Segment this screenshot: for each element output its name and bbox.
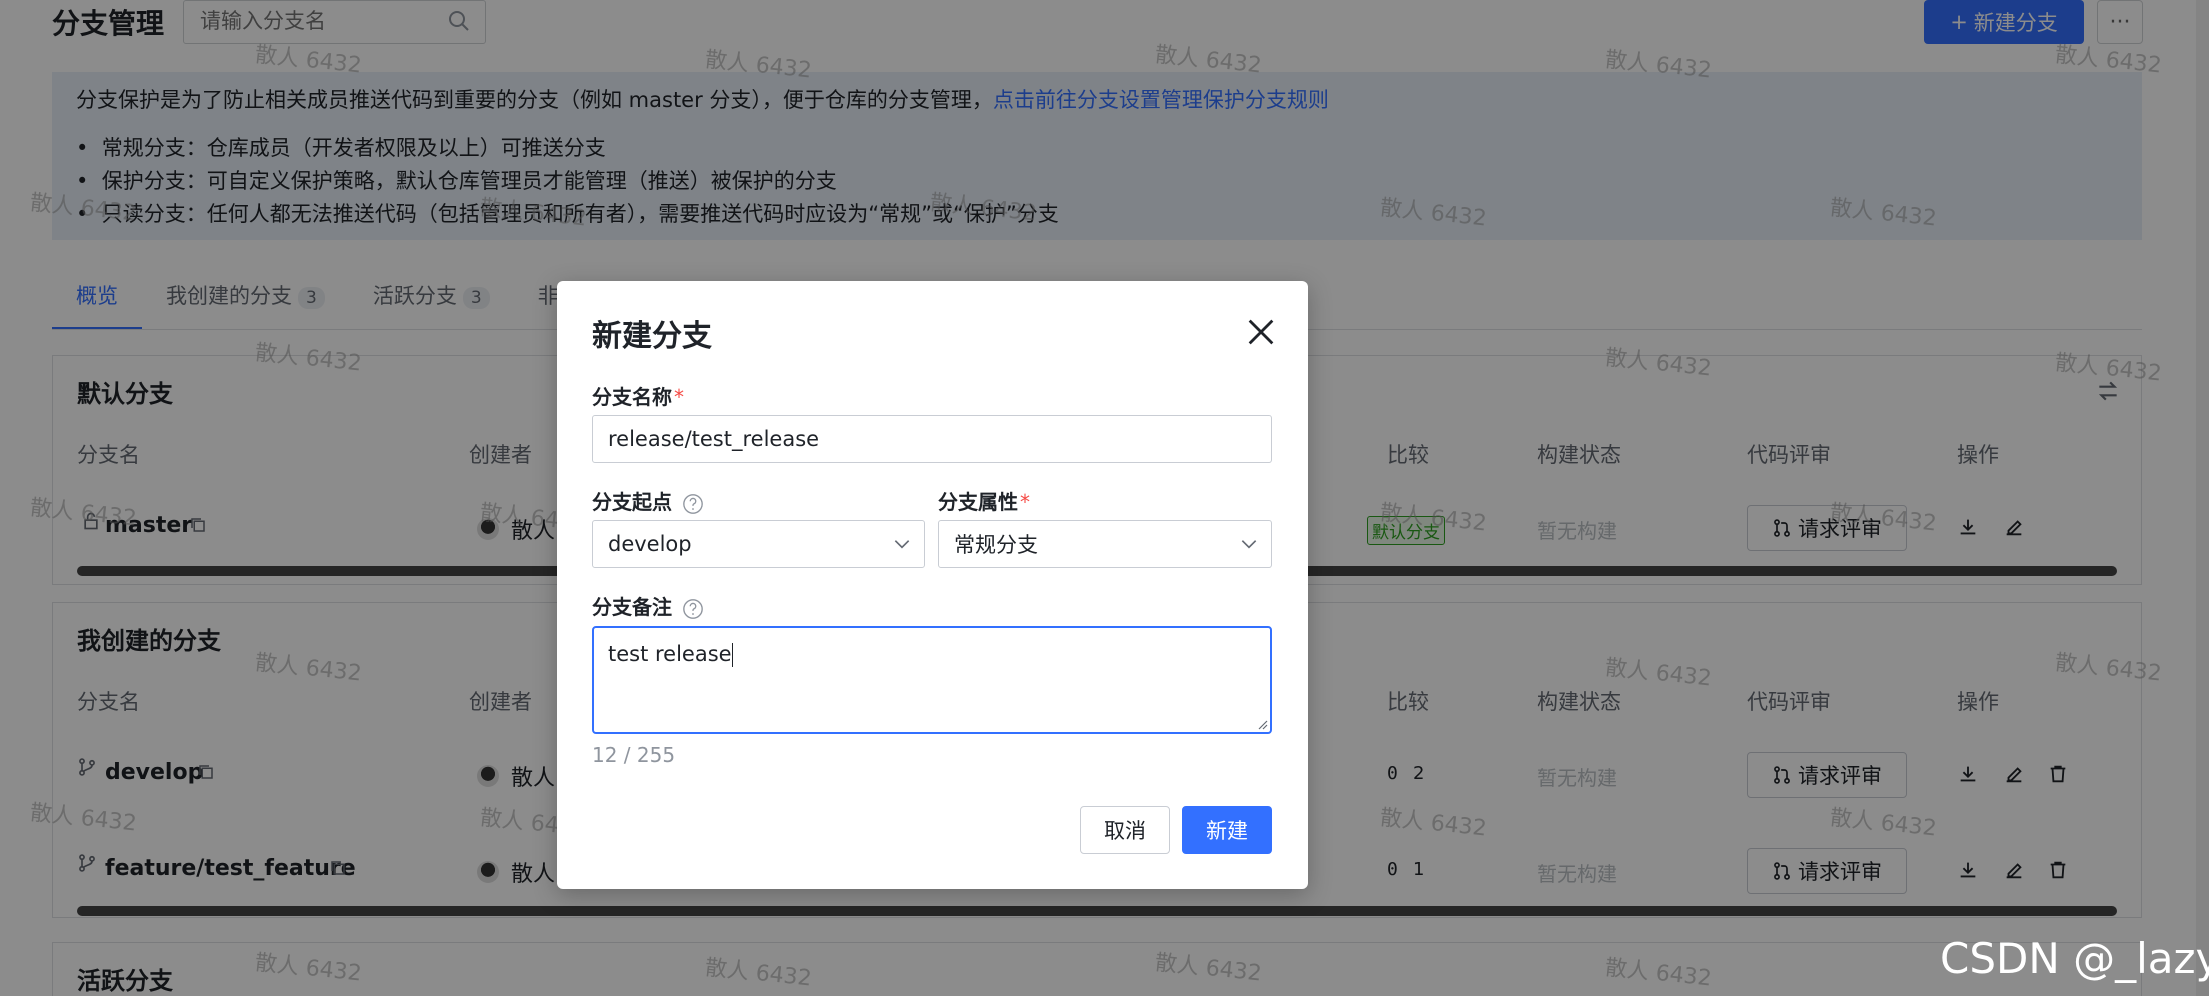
required-mark: *	[1020, 490, 1030, 514]
label-text: 分支起点	[592, 490, 672, 514]
label-text: 分支备注	[592, 595, 672, 619]
page: 分支管理 + 新建分支 ··· 分支保护是为了防止相关成员推送代码到重要的分支（…	[0, 0, 2209, 996]
chevron-down-icon	[1241, 540, 1257, 549]
close-icon[interactable]	[1244, 315, 1278, 349]
branch-type-select[interactable]: 常规分支	[938, 520, 1272, 568]
text-caret	[731, 643, 733, 667]
new-branch-dialog: 新建分支 分支名称 * release/test_release 分支起点 dev…	[557, 281, 1308, 889]
resize-grip-icon[interactable]	[1256, 718, 1268, 730]
branch-source-label: 分支起点	[592, 486, 704, 515]
dialog-title: 新建分支	[592, 319, 712, 354]
select-value: 常规分支	[954, 533, 1038, 557]
branch-name-input[interactable]: release/test_release	[592, 415, 1272, 463]
char-count: 12 / 255	[592, 743, 676, 767]
branch-name-label: 分支名称 *	[592, 381, 684, 410]
select-value: develop	[608, 532, 692, 556]
branch-source-select[interactable]: develop	[592, 520, 925, 568]
required-mark: *	[674, 385, 684, 409]
branch-note-textarea[interactable]: test release	[592, 626, 1272, 734]
help-icon[interactable]	[682, 598, 704, 620]
branch-note-label: 分支备注	[592, 591, 704, 620]
create-button[interactable]: 新建	[1182, 806, 1272, 854]
branch-type-label: 分支属性 *	[938, 486, 1030, 515]
label-text: 分支名称	[592, 385, 672, 409]
label-text: 分支属性	[938, 490, 1018, 514]
chevron-down-icon	[894, 540, 910, 549]
csdn-watermark: CSDN @_lazy.	[1940, 934, 2209, 983]
cancel-button[interactable]: 取消	[1080, 806, 1170, 854]
note-text: test release	[608, 642, 732, 666]
help-icon[interactable]	[682, 493, 704, 515]
